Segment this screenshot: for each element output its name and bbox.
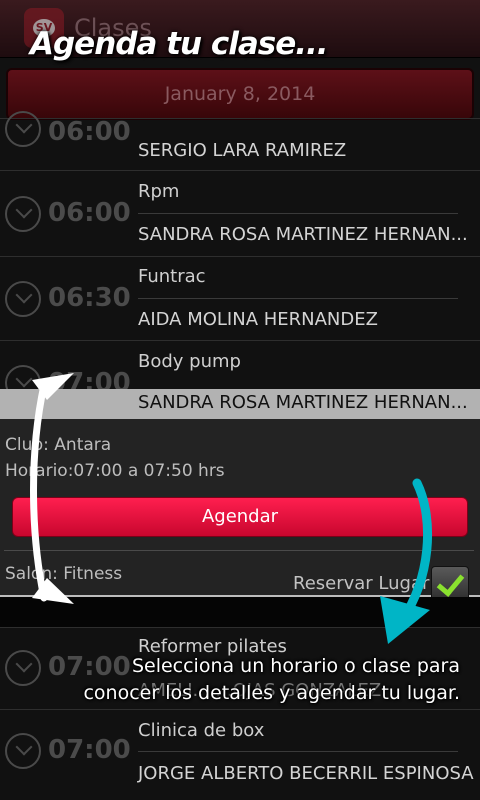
class-detail-panel: Club: Antara Horario:07:00 a 07:50 hrs A…	[0, 419, 480, 602]
overlay-title: Agenda tu clase...	[30, 26, 329, 62]
class-name: Body pump	[138, 351, 241, 372]
date-label: January 8, 2014	[164, 83, 316, 105]
class-instructor: SANDRA ROSA MARTINEZ HERNAN...	[138, 392, 468, 413]
class-instructor: SANDRA ROSA MARTINEZ HERNAN...	[138, 224, 468, 245]
class-time: 06:30	[48, 283, 131, 313]
class-name: Rpm	[138, 181, 180, 202]
list-gap	[0, 597, 480, 627]
list-item[interactable]: 06:00 SERGIO LARA RAMIREZ	[0, 111, 480, 170]
chevron-down-icon[interactable]	[5, 281, 41, 317]
chevron-down-icon[interactable]	[5, 733, 41, 769]
selected-instructor-band[interactable]: SANDRA ROSA MARTINEZ HERNAN...	[0, 389, 480, 419]
salon-label: Salón: Fitness	[5, 564, 123, 584]
list-item[interactable]: 06:00 Rpm SANDRA ROSA MARTINEZ HERNAN...	[0, 170, 480, 256]
class-name: Funtrac	[138, 266, 206, 287]
chevron-down-icon[interactable]	[5, 650, 41, 686]
club-label: Club: Antara	[5, 435, 112, 455]
row-divider	[138, 213, 458, 214]
reservar-lugar-label: Reservar Lugar	[293, 573, 430, 594]
chevron-down-icon[interactable]	[5, 196, 41, 232]
list-item[interactable]: 07:00 Clinica de box JORGE ALBERTO BECER…	[0, 709, 480, 800]
callout-line-2: conocer los detalles y agendar tu lugar.	[83, 682, 460, 704]
class-name: Clinica de box	[138, 720, 265, 741]
row-divider	[138, 298, 458, 299]
date-picker-button[interactable]: January 8, 2014	[6, 68, 474, 120]
row-divider	[138, 751, 458, 752]
class-instructor: JORGE ALBERTO BECERRIL ESPINOSA	[138, 763, 474, 784]
class-time: 06:00	[48, 117, 131, 147]
agendar-button[interactable]: Agendar	[12, 497, 468, 537]
class-time: 07:00	[48, 735, 131, 765]
list-item-selected[interactable]: 07:00 Body pump	[0, 340, 480, 401]
class-instructor: AIDA MOLINA HERNANDEZ	[138, 309, 378, 330]
tutorial-callout: Selecciona un horario o clase para conoc…	[60, 653, 460, 707]
list-item[interactable]: 06:30 Funtrac AIDA MOLINA HERNANDEZ	[0, 256, 480, 340]
class-instructor: SERGIO LARA RAMIREZ	[138, 140, 347, 161]
chevron-down-icon[interactable]	[5, 111, 41, 147]
horario-label: Horario:07:00 a 07:50 hrs	[5, 461, 225, 481]
class-time: 06:00	[48, 198, 131, 228]
divider	[4, 550, 474, 551]
callout-line-1: Selecciona un horario o clase para	[131, 655, 460, 677]
